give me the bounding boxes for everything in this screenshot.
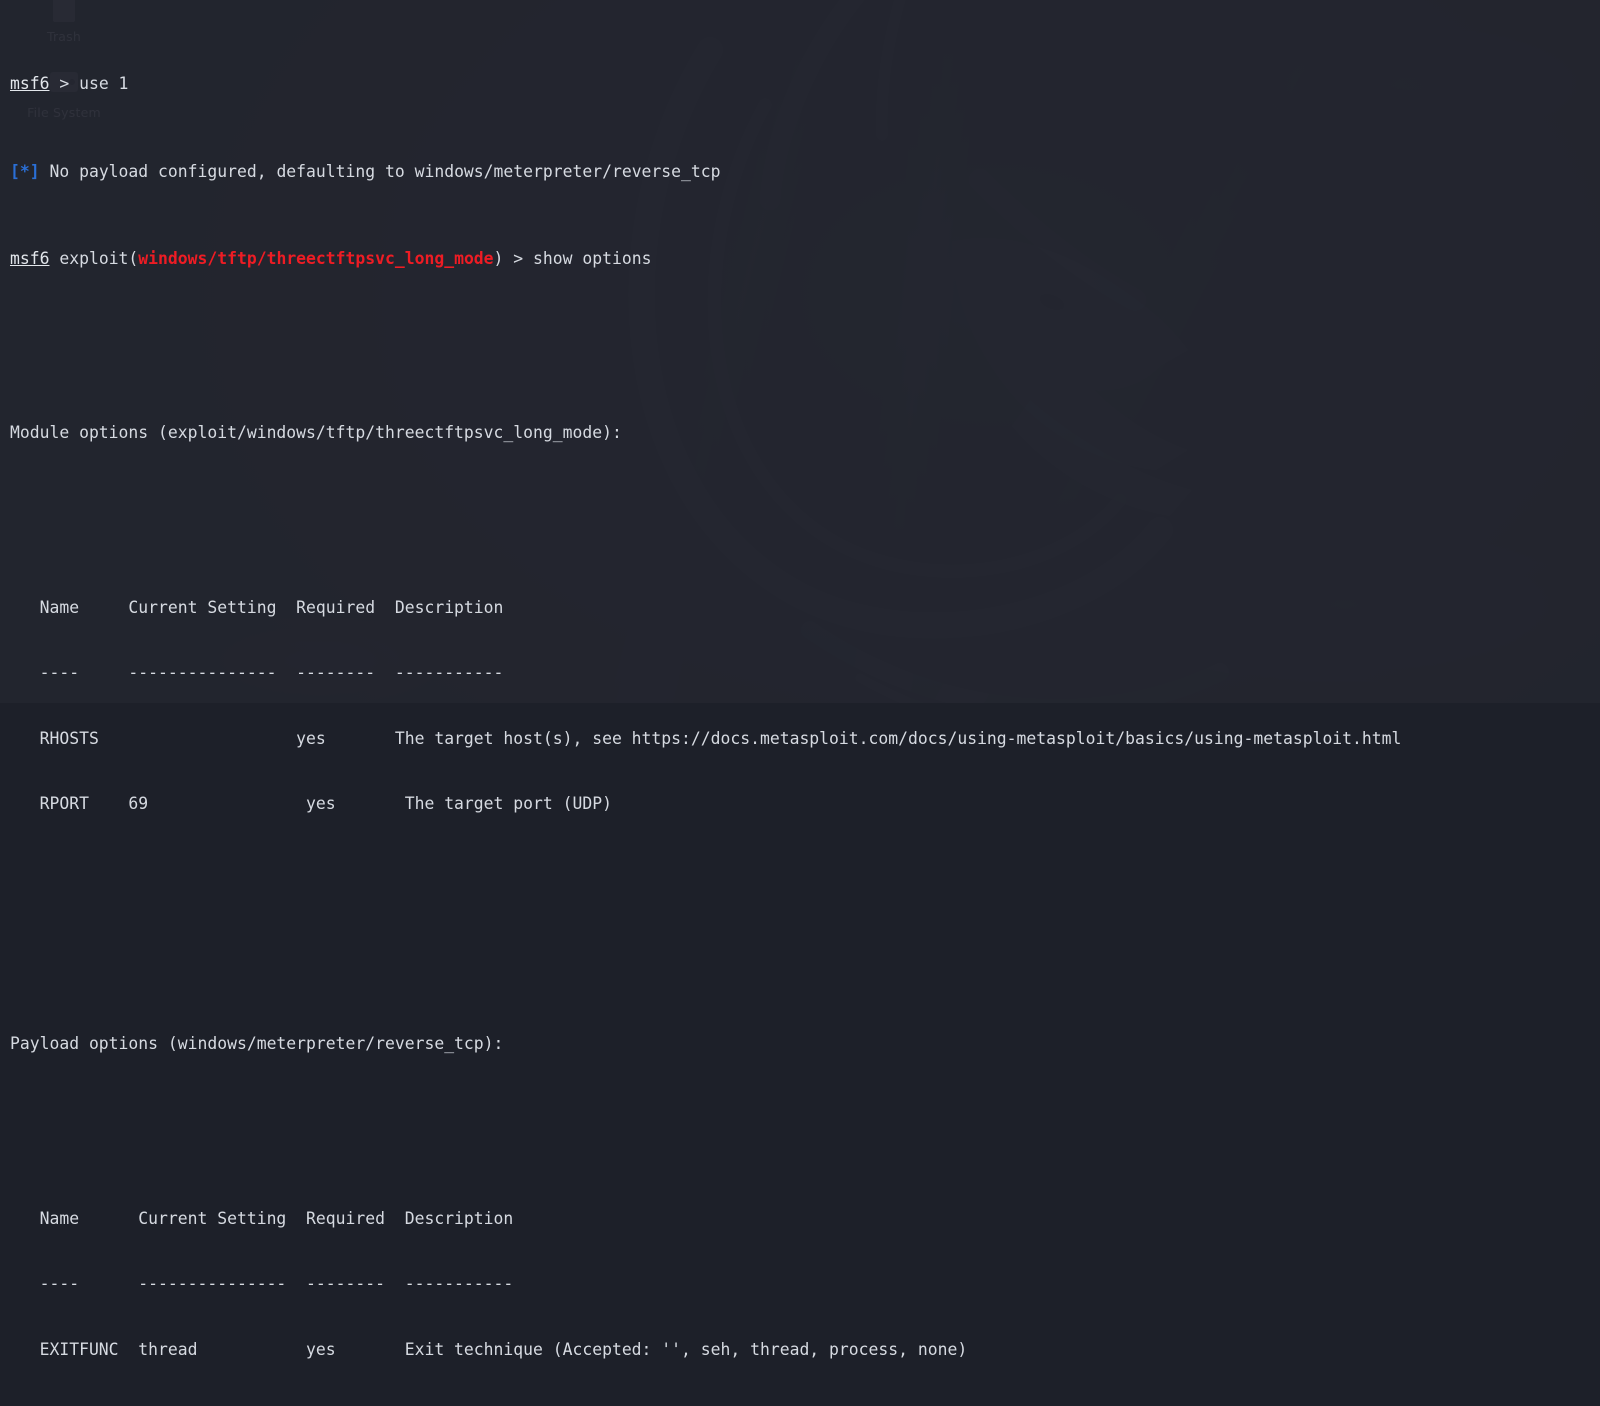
blank-line [10,1120,1600,1142]
info-message: No payload configured, defaulting to win… [40,162,721,181]
module-options-header-rule: ---- --------------- -------- ----------… [10,662,1600,684]
blank-line [10,510,1600,532]
exploit-prefix: exploit( [49,249,138,268]
info-marker-icon: [*] [10,162,40,181]
payload-options-header-rule: ---- --------------- -------- ----------… [10,1273,1600,1295]
terminal-screen[interactable]: msf6 > use 1 [*] No payload configured, … [10,8,1600,703]
terminal-line-info-payload: [*] No payload configured, defaulting to… [10,161,1600,183]
table-row: EXITFUNC thread yes Exit technique (Acce… [10,1339,1600,1361]
terminal-line-command-use: msf6 > use 1 [10,73,1600,95]
blank-line [10,335,1600,357]
table-row: RPORT 69 yes The target port (UDP) [10,793,1600,815]
terminal-window[interactable]: msf6 > use 1 [*] No payload configured, … [0,0,1600,703]
blank-line [10,946,1600,968]
command-text: ) > show options [494,249,652,268]
active-module-path: windows/tftp/threectftpsvc_long_mode [138,249,493,268]
payload-options-header-row: Name Current Setting Required Descriptio… [10,1208,1600,1230]
blank-line [10,881,1600,903]
module-options-title: Module options (exploit/windows/tftp/thr… [10,422,1600,444]
table-row: LHOST 192.168.30.129 yes The listen addr… [10,1404,1600,1406]
shell-prompt: msf6 [10,74,49,93]
command-text: > use 1 [49,74,128,93]
terminal-line-command-show-options: msf6 exploit(windows/tftp/threectftpsvc_… [10,248,1600,270]
module-options-header-row: Name Current Setting Required Descriptio… [10,597,1600,619]
shell-prompt: msf6 [10,249,49,268]
payload-options-title: Payload options (windows/meterpreter/rev… [10,1033,1600,1055]
table-row: RHOSTS yes The target host(s), see https… [10,728,1600,750]
